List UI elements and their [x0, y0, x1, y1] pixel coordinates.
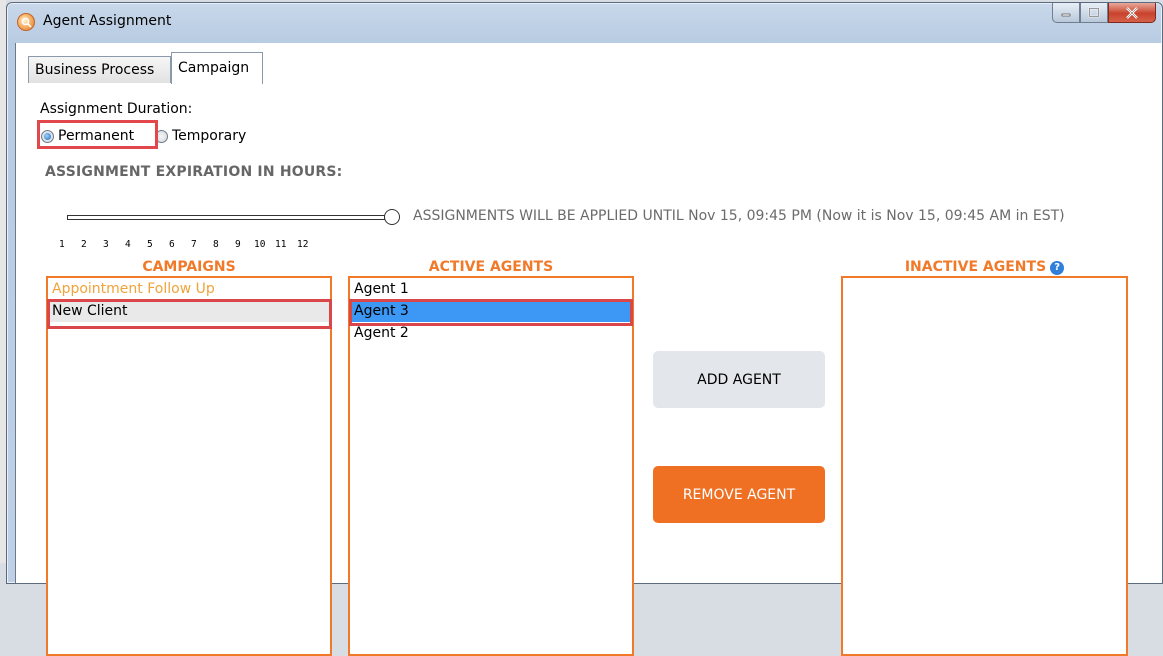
client-area: Business Process Campaign Assignment Dur…: [15, 43, 1162, 656]
tick-label: 5: [147, 239, 153, 250]
tick-label: 7: [191, 239, 197, 250]
temporary-label: Temporary: [172, 128, 247, 144]
tick-label: 2: [81, 239, 87, 250]
maximize-button[interactable]: [1080, 3, 1108, 23]
tick-label: 3: [103, 239, 109, 250]
help-icon[interactable]: ?: [1050, 261, 1065, 275]
window-title: Agent Assignment: [43, 13, 172, 29]
tab-campaign[interactable]: Campaign: [171, 52, 263, 84]
tick-label: 4: [125, 239, 131, 250]
agent-assignment-window: Agent Assignment Business Process Campai…: [6, 2, 1163, 656]
expiration-slider-track[interactable]: [67, 215, 385, 220]
tab-strip: Business Process Campaign: [16, 52, 1162, 85]
list-item[interactable]: Agent 1: [350, 278, 632, 300]
tick-label: 11: [275, 239, 287, 250]
inactive-agents-header: INACTIVE AGENTS?: [841, 259, 1128, 275]
tick-label: 9: [235, 239, 241, 250]
campaign-panel: Assignment Duration: Permanent Temporary…: [16, 84, 1162, 656]
app-icon: [17, 13, 35, 31]
expiration-label: ASSIGNMENT EXPIRATION IN HOURS:: [45, 164, 343, 180]
temporary-radio[interactable]: Temporary: [155, 128, 246, 144]
campaigns-header: CAMPAIGNS: [142, 259, 236, 275]
highlight-box-new-client: [47, 299, 332, 329]
tick-label: 1: [59, 239, 65, 250]
close-icon: [1126, 6, 1138, 19]
maximize-icon: [1088, 7, 1100, 18]
list-item[interactable]: Appointment Follow Up: [48, 278, 330, 300]
tick-label: 10: [254, 239, 266, 250]
tick-label: 12: [297, 239, 309, 250]
add-agent-button[interactable]: ADD AGENT: [653, 351, 825, 408]
close-button[interactable]: [1108, 3, 1156, 23]
title-bar[interactable]: Agent Assignment: [7, 3, 1162, 43]
highlight-box-agent-3: [349, 299, 633, 326]
expiration-slider-thumb[interactable]: [384, 209, 400, 225]
active-agents-header: ACTIVE AGENTS: [428, 259, 554, 275]
campaigns-list[interactable]: Appointment Follow Up New Client: [46, 276, 332, 656]
tick-label: 8: [213, 239, 219, 250]
remove-agent-button[interactable]: REMOVE AGENT: [653, 466, 825, 523]
inactive-agents-list[interactable]: [841, 276, 1128, 656]
minimize-button[interactable]: [1052, 3, 1080, 23]
apply-until-text: ASSIGNMENTS WILL BE APPLIED UNTIL Nov 15…: [413, 208, 1065, 224]
highlight-box-permanent: [37, 120, 158, 149]
inactive-agents-label: INACTIVE AGENTS: [904, 259, 1047, 275]
caption-buttons: [1052, 3, 1156, 25]
tick-label: 6: [169, 239, 175, 250]
assignment-duration-label: Assignment Duration:: [40, 101, 193, 117]
active-agents-list[interactable]: Agent 1 Agent 3 Agent 2: [348, 276, 634, 656]
minimize-icon: [1061, 13, 1071, 16]
tab-business-process[interactable]: Business Process: [28, 56, 171, 83]
